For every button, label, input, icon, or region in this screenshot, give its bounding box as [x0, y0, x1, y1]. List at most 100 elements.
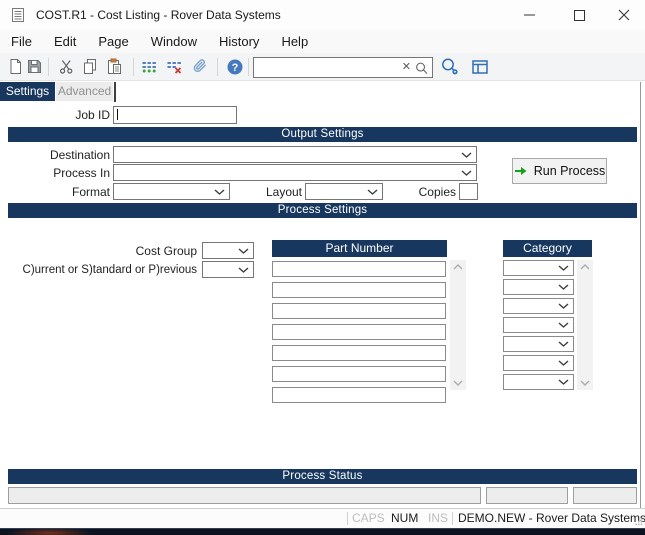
- tab-settings[interactable]: Settings: [0, 82, 55, 101]
- part-number-input[interactable]: [272, 366, 446, 382]
- cost-type-label: C)urrent or S)tandard or P)revious: [0, 262, 197, 279]
- part-number-row: [272, 386, 446, 404]
- chevron-down-icon: [461, 170, 472, 176]
- category-row: [503, 298, 574, 314]
- window-title: COST.R1 - Cost Listing - Rover Data Syst…: [36, 0, 281, 30]
- part-number-row: [272, 281, 446, 299]
- part-number-row: [272, 344, 446, 362]
- close-button[interactable]: [603, 0, 645, 30]
- menu-page[interactable]: Page: [87, 30, 139, 53]
- lookup-preview-button[interactable]: [440, 57, 460, 77]
- category-list: [503, 260, 574, 390]
- scroll-up-icon[interactable]: [453, 264, 463, 270]
- menu-window[interactable]: Window: [140, 30, 208, 53]
- menu-help[interactable]: Help: [270, 30, 319, 53]
- category-select[interactable]: [503, 298, 574, 314]
- text-caret: [117, 109, 118, 120]
- output-settings-header: Output Settings: [8, 127, 637, 142]
- search-icon[interactable]: [415, 61, 428, 75]
- delete-rows-button[interactable]: [166, 58, 184, 76]
- tab-strip-end: [114, 82, 116, 102]
- chevron-down-icon: [367, 189, 378, 195]
- maximize-button[interactable]: [557, 0, 601, 30]
- menu-edit[interactable]: Edit: [43, 30, 87, 53]
- category-select[interactable]: [503, 317, 574, 333]
- category-select[interactable]: [503, 374, 574, 390]
- lookup-preview-icon: [440, 57, 460, 77]
- delete-rows-icon: [166, 58, 183, 75]
- insert-rows-button[interactable]: [141, 58, 159, 76]
- category-column-header: Category: [503, 240, 592, 257]
- category-select[interactable]: [503, 336, 574, 352]
- chevron-down-icon: [558, 341, 569, 347]
- destination-select[interactable]: [113, 146, 477, 163]
- paste-button[interactable]: [106, 58, 124, 76]
- caps-lock-indicator: CAPS: [352, 509, 385, 528]
- help-button[interactable]: ?: [226, 58, 244, 76]
- format-select[interactable]: [113, 183, 230, 200]
- process-in-select[interactable]: [113, 164, 477, 181]
- menu-bar: File Edit Page Window History Help: [0, 30, 645, 53]
- part-number-input[interactable]: [272, 324, 446, 340]
- cut-icon: [58, 58, 75, 75]
- desktop-background-strip: [0, 528, 645, 535]
- category-select[interactable]: [503, 279, 574, 295]
- process-settings-header: Process Settings: [8, 203, 637, 218]
- chevron-down-icon: [214, 189, 225, 195]
- toolbar-separator: [48, 58, 49, 76]
- attachment-button[interactable]: [192, 58, 210, 76]
- part-number-row: [272, 302, 446, 320]
- copies-input[interactable]: [459, 183, 478, 200]
- cut-button[interactable]: [58, 58, 76, 76]
- chevron-down-icon: [461, 152, 472, 158]
- svg-text:?: ?: [232, 62, 239, 74]
- cost-type-select[interactable]: [202, 261, 254, 278]
- minimize-button[interactable]: [507, 0, 551, 30]
- scroll-down-icon[interactable]: [580, 380, 590, 386]
- statusbar-separator: [347, 512, 348, 525]
- paste-icon: [106, 58, 123, 75]
- app-window: COST.R1 - Cost Listing - Rover Data Syst…: [0, 0, 645, 535]
- part-number-row: [272, 260, 446, 278]
- save-icon: [26, 58, 43, 75]
- process-status-field2: [486, 487, 568, 504]
- menu-history[interactable]: History: [208, 30, 270, 53]
- insert-mode-indicator: INS: [428, 509, 448, 528]
- toolbar-separator: [217, 58, 218, 76]
- tab-advanced[interactable]: Advanced: [56, 82, 113, 101]
- run-arrow-icon: [514, 165, 528, 177]
- minimize-icon: [524, 14, 535, 16]
- part-number-input[interactable]: [272, 303, 446, 319]
- category-scrollbar[interactable]: [577, 260, 593, 390]
- job-id-input[interactable]: [113, 106, 237, 124]
- scroll-up-icon[interactable]: [580, 264, 590, 270]
- run-process-button[interactable]: Run Process: [512, 158, 607, 184]
- status-bar: CAPS NUM INS DEMO.NEW - Rover Data Syste…: [0, 509, 645, 528]
- search-clear-icon[interactable]: ✕: [398, 58, 415, 77]
- category-select[interactable]: [503, 260, 574, 276]
- chevron-down-icon: [558, 265, 569, 271]
- menu-file[interactable]: File: [0, 30, 43, 53]
- copy-button[interactable]: [82, 58, 100, 76]
- part-number-input[interactable]: [272, 345, 446, 361]
- num-lock-indicator: NUM: [391, 509, 418, 528]
- save-button[interactable]: [26, 58, 44, 76]
- search-input[interactable]: [254, 60, 398, 75]
- layout-select[interactable]: [305, 183, 383, 200]
- scroll-down-icon[interactable]: [453, 380, 463, 386]
- toolbar: ? ✕: [0, 53, 645, 81]
- chevron-down-icon: [558, 303, 569, 309]
- part-number-scrollbar[interactable]: [450, 260, 466, 390]
- resize-grip-icon[interactable]: [634, 517, 643, 526]
- process-status-field3: [573, 487, 637, 504]
- panel-layout-button[interactable]: [470, 57, 490, 77]
- cost-group-select[interactable]: [202, 242, 254, 259]
- category-row: [503, 336, 574, 352]
- part-number-input[interactable]: [272, 387, 446, 403]
- part-number-row: [272, 365, 446, 383]
- new-document-button[interactable]: [7, 58, 25, 76]
- part-number-input[interactable]: [272, 261, 446, 277]
- category-select[interactable]: [503, 355, 574, 371]
- part-number-input[interactable]: [272, 282, 446, 298]
- destination-label: Destination: [0, 147, 110, 164]
